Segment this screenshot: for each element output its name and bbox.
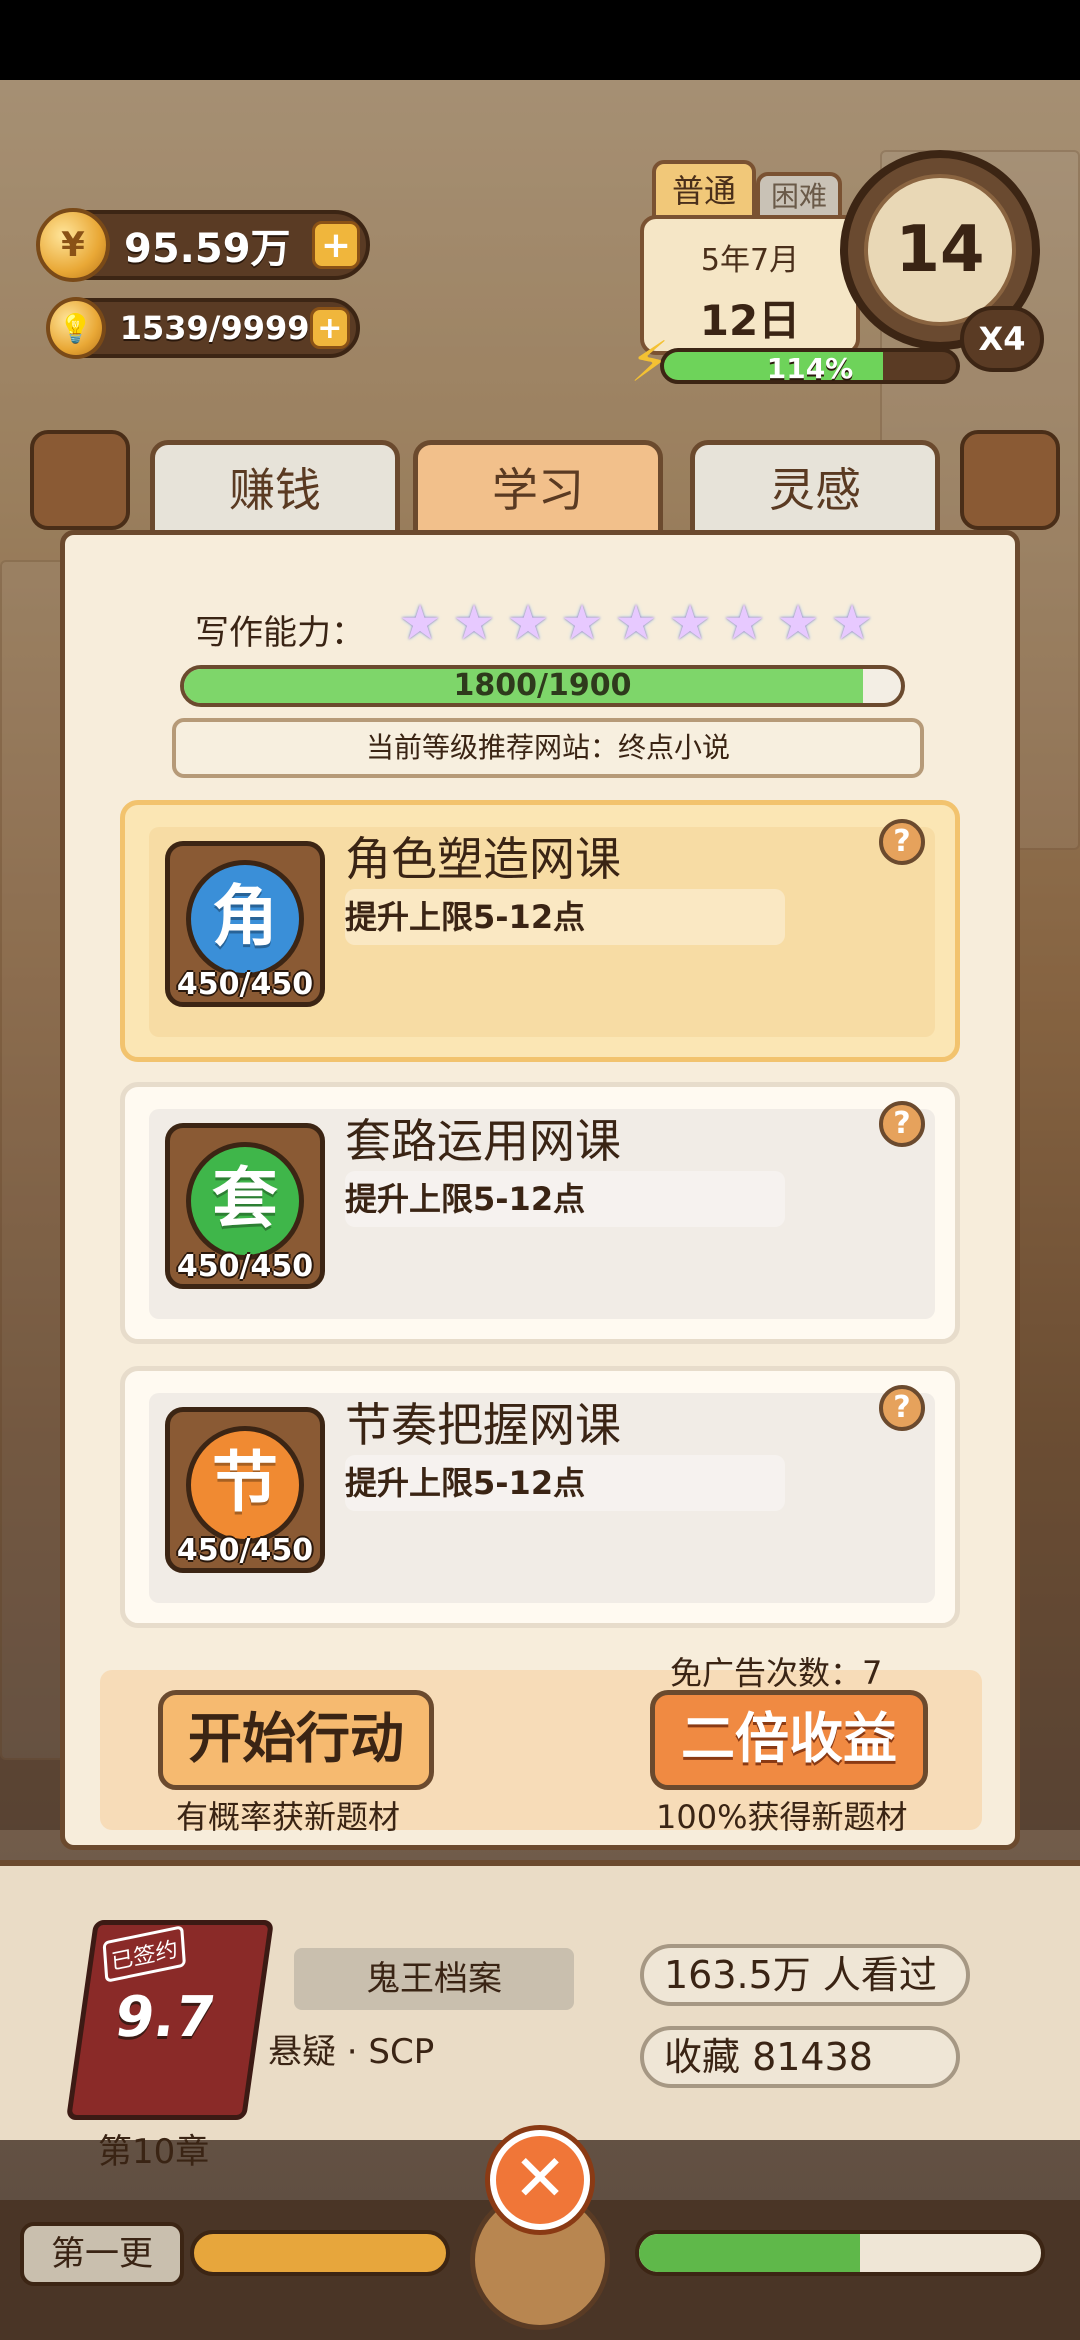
lightning-icon: ⚡	[630, 330, 670, 395]
course-count: 450/450	[176, 1249, 314, 1284]
add-money-button[interactable]: +	[312, 221, 360, 269]
course-icon-box: 节 450/450	[165, 1407, 325, 1573]
help-icon[interactable]: ?	[879, 819, 925, 865]
course-title: 节奏把握网课	[345, 1398, 621, 1452]
skill-star-icon: ★	[668, 595, 712, 651]
course-desc: 提升上限5-12点	[345, 889, 785, 945]
clock-value: 14	[864, 174, 1016, 326]
side-menu-icon[interactable]	[960, 430, 1060, 530]
first-update-button[interactable]: 第一更	[20, 2222, 184, 2286]
ad-free-count: 免广告次数：7	[670, 1654, 883, 1692]
close-button[interactable]: ✕	[490, 2130, 590, 2230]
date-month: 5年7月	[700, 243, 800, 278]
skill-star-icon: ★	[506, 595, 550, 651]
right-progress-bar	[635, 2230, 1045, 2276]
status-bar	[0, 0, 1080, 80]
lightbulb-icon: 💡	[46, 297, 106, 359]
course-icon-box: 角 450/450	[165, 841, 325, 1007]
energy-counter[interactable]: 💡 1539/9999 +	[46, 297, 360, 359]
date-panel: 5年7月 12日	[640, 215, 860, 355]
skill-star-icon: ★	[452, 595, 496, 651]
book-favorites: 收藏 81438	[640, 2026, 960, 2088]
course-count: 450/450	[176, 967, 314, 1002]
course-card-pacing[interactable]: 节 450/450 节奏把握网课 提升上限5-12点 ?	[120, 1366, 960, 1628]
course-icon-character: 角	[186, 860, 304, 978]
skill-star-icon: ★	[614, 595, 658, 651]
course-desc: 提升上限5-12点	[345, 1171, 785, 1227]
book-score: 9.7	[110, 1985, 220, 2050]
tab-earn-money[interactable]: 赚钱	[150, 440, 400, 540]
course-title: 套路运用网课	[345, 1114, 621, 1168]
course-icon-pacing: 节	[186, 1426, 304, 1544]
skill-xp-text: 1800/1900	[453, 668, 632, 703]
book-views: 163.5万 人看过	[640, 1944, 970, 2006]
energy-value: 1539/9999	[119, 309, 310, 347]
book-title: 鬼王档案	[294, 1948, 574, 2010]
skill-star-icon: ★	[398, 595, 442, 651]
skill-star-icon: ★	[722, 595, 766, 651]
money-counter[interactable]: ¥ 95.59万 +	[36, 208, 370, 282]
tab-study[interactable]: 学习	[413, 440, 663, 540]
course-card-character[interactable]: 角 450/450 角色塑造网课 提升上限5-12点 ?	[120, 800, 960, 1062]
help-icon[interactable]: ?	[879, 1385, 925, 1431]
start-action-subtext: 有概率获新题材	[176, 1798, 401, 1836]
book-cover[interactable]: 已签约 9.7	[65, 1920, 275, 2120]
start-action-button[interactable]: 开始行动	[158, 1690, 434, 1790]
skill-star-icon: ★	[776, 595, 820, 651]
book-chapter: 第10章	[98, 2132, 210, 2172]
course-card-plot[interactable]: 套 450/450 套路运用网课 提升上限5-12点 ?	[120, 1082, 960, 1344]
skill-star-icon: ★	[830, 595, 874, 651]
coin-icon: ¥	[36, 208, 110, 282]
right-progress-fill	[639, 2234, 861, 2272]
course-count: 450/450	[176, 1533, 314, 1568]
help-icon[interactable]: ?	[879, 1101, 925, 1147]
course-title: 角色塑造网课	[345, 832, 621, 886]
date-day: 12日	[699, 296, 801, 345]
writing-skill-label: 写作能力：	[195, 613, 365, 653]
tab-inspiration[interactable]: 灵感	[690, 440, 940, 540]
left-progress-bar	[190, 2230, 450, 2276]
difficulty-tab-normal[interactable]: 普通	[652, 160, 756, 222]
course-icon-plot: 套	[186, 1142, 304, 1260]
signed-seal: 已签约	[102, 1925, 187, 1983]
recommended-site: 当前等级推荐网站：终点小说	[172, 718, 924, 778]
day-progress-text: 114%	[766, 352, 854, 385]
speed-button[interactable]: X4	[960, 306, 1044, 372]
double-reward-subtext: 100%获得新题材	[656, 1798, 908, 1836]
course-icon-box: 套 450/450	[165, 1123, 325, 1289]
side-menu-icon[interactable]	[30, 430, 130, 530]
double-reward-button[interactable]: 二倍收益	[650, 1690, 928, 1790]
money-value: 95.59万	[124, 226, 291, 272]
skill-stars: ★ ★ ★ ★ ★ ★ ★ ★ ★	[395, 598, 877, 648]
skill-star-icon: ★	[560, 595, 604, 651]
book-genre: 悬疑 · SCP	[268, 2032, 435, 2072]
course-desc: 提升上限5-12点	[345, 1455, 785, 1511]
add-energy-button[interactable]: +	[309, 307, 350, 349]
